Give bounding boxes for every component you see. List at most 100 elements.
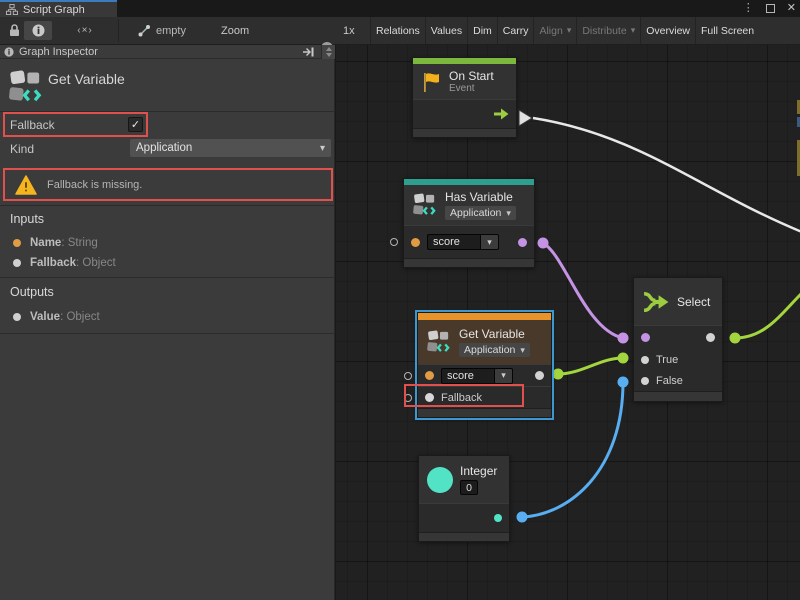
dim-button[interactable]: Dim bbox=[467, 17, 497, 44]
info-toggle-button[interactable] bbox=[24, 21, 52, 40]
string-port-dot bbox=[13, 239, 21, 247]
integer-output-port[interactable] bbox=[494, 514, 502, 522]
name-input-port[interactable] bbox=[411, 238, 420, 247]
port-type: : Object bbox=[60, 311, 100, 323]
false-input-port[interactable] bbox=[641, 377, 649, 385]
kind-dropdown-value: Application bbox=[136, 142, 192, 154]
false-port-label: False bbox=[656, 375, 683, 387]
node-title: Get Variable bbox=[459, 327, 530, 341]
variable-name-dropdown[interactable] bbox=[481, 234, 499, 250]
panel-scroll-arrows[interactable] bbox=[321, 45, 335, 59]
input-port-row: Fallback: Object bbox=[13, 257, 116, 269]
info-icon bbox=[32, 24, 45, 37]
relations-button[interactable]: Relations bbox=[370, 17, 425, 44]
output-port-row: Value: Object bbox=[13, 311, 100, 323]
select-merge-icon bbox=[642, 290, 670, 314]
fallback-port-label: Fallback bbox=[441, 392, 482, 404]
node-title: On Start bbox=[449, 69, 494, 83]
inputs-section-title: Inputs bbox=[10, 212, 44, 226]
node-get-variable[interactable]: Get Variable Application score Fallback bbox=[417, 312, 552, 418]
close-icon[interactable] bbox=[787, 3, 796, 14]
selection-output-port[interactable] bbox=[706, 333, 715, 342]
variable-name-field[interactable]: score bbox=[441, 368, 495, 384]
selection-label: empty bbox=[156, 25, 186, 37]
tab-title: Script Graph bbox=[23, 4, 85, 16]
kind-field-label: Kind bbox=[10, 142, 34, 156]
code-view-icon[interactable]: ‹×› bbox=[70, 17, 100, 44]
align-dropdown-button[interactable]: Align bbox=[533, 17, 576, 44]
warning-annotation-box: Fallback is missing. bbox=[3, 168, 333, 201]
kind-chip-dropdown[interactable]: Application bbox=[445, 206, 516, 220]
bool-output-port[interactable] bbox=[518, 238, 527, 247]
orange-color-bar bbox=[418, 313, 551, 320]
unconnected-port-ring[interactable] bbox=[390, 238, 398, 246]
fallback-field-label: Fallback bbox=[10, 118, 55, 132]
port-name: Name bbox=[30, 237, 61, 249]
inspected-node-title: Get Variable bbox=[48, 71, 125, 87]
graph-canvas[interactable] bbox=[336, 45, 800, 600]
condition-input-port[interactable] bbox=[641, 333, 650, 342]
inspected-node-header: Get Variable bbox=[0, 60, 335, 112]
warning-icon bbox=[15, 175, 37, 195]
unconnected-port-ring[interactable] bbox=[404, 372, 412, 380]
graph-inspector-header: Graph Inspector bbox=[0, 45, 335, 59]
kind-dropdown[interactable]: Application bbox=[130, 139, 331, 157]
unconnected-port-ring[interactable] bbox=[404, 394, 412, 402]
variable-icon bbox=[412, 192, 438, 218]
port-type: : Object bbox=[76, 257, 116, 269]
node-has-variable[interactable]: Has Variable Application score bbox=[403, 178, 535, 268]
fallback-checkbox[interactable] bbox=[128, 117, 143, 132]
variable-name-dropdown[interactable] bbox=[495, 368, 513, 384]
chevron-down-icon bbox=[320, 142, 325, 154]
variable-icon bbox=[8, 67, 44, 107]
node-title: Select bbox=[677, 295, 710, 309]
node-subtitle: Event bbox=[449, 83, 494, 94]
integer-value-field[interactable]: 0 bbox=[460, 480, 478, 495]
flow-arrow-icon[interactable] bbox=[493, 108, 509, 120]
graph-toolbar: ‹×› empty Zoom 1x Relations Values Dim C… bbox=[0, 17, 800, 45]
port-name: Value bbox=[30, 311, 60, 323]
name-input-port[interactable] bbox=[425, 371, 434, 380]
zoom-value: 1x bbox=[343, 17, 355, 44]
scroll-up-icon[interactable] bbox=[326, 47, 332, 51]
selection-indicator: empty bbox=[138, 17, 186, 44]
input-port-row: Name: String bbox=[13, 237, 98, 249]
node-title: Has Variable bbox=[445, 190, 516, 204]
port-name: Fallback bbox=[30, 257, 76, 269]
variable-name-field[interactable]: score bbox=[427, 234, 481, 250]
port-type: : String bbox=[61, 237, 97, 249]
node-on-start[interactable]: On Start Event bbox=[412, 57, 517, 138]
graph-hierarchy-icon bbox=[6, 4, 18, 15]
connection-pointer-icon bbox=[138, 24, 151, 37]
distribute-dropdown-button[interactable]: Distribute bbox=[576, 17, 640, 44]
variable-icon bbox=[426, 329, 452, 355]
popout-icon[interactable] bbox=[302, 47, 315, 57]
info-icon bbox=[4, 47, 14, 57]
graph-inspector-panel: Graph Inspector Get Variable Fallback Ki… bbox=[0, 45, 335, 600]
maximize-icon[interactable] bbox=[766, 4, 775, 13]
fullscreen-button[interactable]: Full Screen bbox=[695, 17, 759, 44]
window-titlebar: Script Graph bbox=[0, 0, 800, 17]
script-graph-window: Script Graph ‹×› bbox=[0, 0, 800, 600]
zoom-label: Zoom bbox=[221, 17, 249, 44]
object-port-dot bbox=[13, 313, 21, 321]
scroll-down-icon[interactable] bbox=[326, 53, 332, 57]
fallback-input-port[interactable] bbox=[425, 393, 434, 402]
lock-icon[interactable] bbox=[7, 17, 21, 44]
object-port-dot bbox=[13, 259, 21, 267]
overview-button[interactable]: Overview bbox=[640, 17, 695, 44]
integer-type-icon bbox=[427, 467, 453, 493]
true-input-port[interactable] bbox=[641, 356, 649, 364]
kebab-menu-icon[interactable] bbox=[743, 3, 754, 14]
node-integer[interactable]: Integer 0 bbox=[418, 455, 510, 542]
outputs-section-title: Outputs bbox=[10, 285, 54, 299]
carry-button[interactable]: Carry bbox=[497, 17, 534, 44]
value-output-port[interactable] bbox=[535, 371, 544, 380]
warning-message: Fallback is missing. bbox=[47, 179, 142, 191]
values-button[interactable]: Values bbox=[425, 17, 467, 44]
kind-chip-dropdown[interactable]: Application bbox=[459, 343, 530, 357]
tab-script-graph[interactable]: Script Graph bbox=[0, 0, 117, 17]
node-select[interactable]: Select True False bbox=[633, 277, 723, 402]
node-title: Integer bbox=[460, 464, 497, 478]
true-port-label: True bbox=[656, 354, 678, 366]
